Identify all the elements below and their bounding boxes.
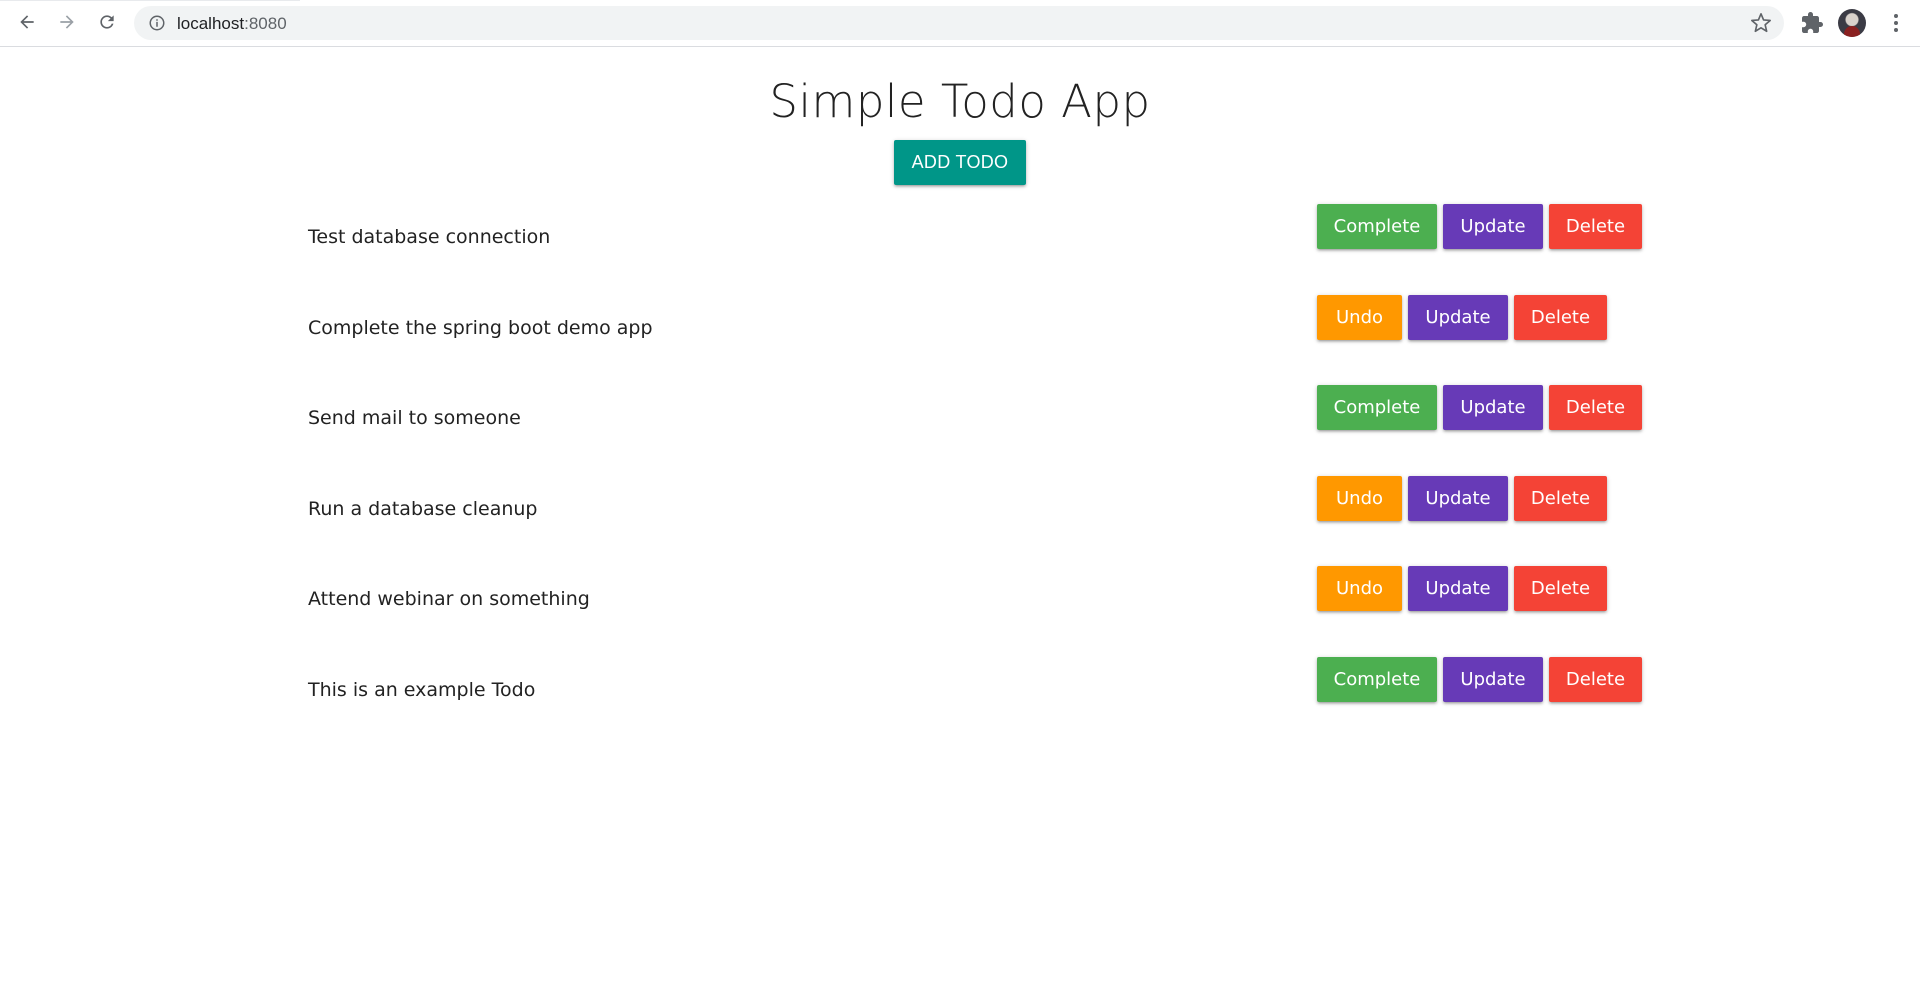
update-button[interactable]: Update [1443, 385, 1543, 430]
complete-button[interactable]: Complete [1317, 657, 1437, 702]
page-title: Simple Todo App [769, 75, 1151, 128]
avatar[interactable] [1838, 9, 1866, 37]
update-button[interactable]: Update [1408, 476, 1508, 521]
reload-icon[interactable] [92, 7, 122, 37]
info-icon[interactable] [148, 14, 166, 32]
todo-actions: Undo Update Delete [1317, 295, 1607, 340]
todo-item: Run a database cleanup Undo Update Delet… [0, 476, 1920, 536]
delete-button[interactable]: Delete [1549, 204, 1642, 249]
todo-item: Attend webinar on something Undo Update … [0, 566, 1920, 626]
address-bar[interactable]: localhost:8080 [134, 6, 1784, 40]
url-host: localhost [177, 14, 245, 33]
todo-text: Attend webinar on something [308, 588, 590, 610]
update-button[interactable]: Update [1443, 204, 1543, 249]
update-button[interactable]: Update [1408, 566, 1508, 611]
todo-text: This is an example Todo [308, 679, 536, 701]
todo-actions: Complete Update Delete [1317, 385, 1642, 430]
todo-text: Send mail to someone [308, 407, 521, 429]
delete-button[interactable]: Delete [1514, 295, 1607, 340]
todo-text: Test database connection [308, 226, 551, 248]
todo-actions: Undo Update Delete [1317, 476, 1607, 521]
url-text: localhost:8080 [177, 14, 287, 34]
delete-button[interactable]: Delete [1549, 385, 1642, 430]
tab-strip [0, 0, 300, 1]
update-button[interactable]: Update [1443, 657, 1543, 702]
complete-button[interactable]: Complete [1317, 204, 1437, 249]
undo-button[interactable]: Undo [1317, 566, 1402, 611]
todo-item: Complete the spring boot demo app Undo U… [0, 295, 1920, 355]
star-icon[interactable] [1750, 12, 1772, 34]
kebab-menu-icon[interactable] [1884, 11, 1908, 35]
forward-arrow-icon[interactable] [52, 7, 82, 37]
todo-item: Send mail to someone Complete Update Del… [0, 385, 1920, 445]
puzzle-icon[interactable] [1800, 11, 1824, 35]
undo-button[interactable]: Undo [1317, 476, 1402, 521]
update-button[interactable]: Update [1408, 295, 1508, 340]
todo-actions: Complete Update Delete [1317, 657, 1642, 702]
delete-button[interactable]: Delete [1549, 657, 1642, 702]
delete-button[interactable]: Delete [1514, 476, 1607, 521]
delete-button[interactable]: Delete [1514, 566, 1607, 611]
browser-toolbar: localhost:8080 [0, 0, 1920, 47]
url-port: :8080 [244, 14, 287, 33]
back-arrow-icon[interactable] [12, 7, 42, 37]
undo-button[interactable]: Undo [1317, 295, 1402, 340]
todo-item: This is an example Todo Complete Update … [0, 657, 1920, 717]
todo-actions: Complete Update Delete [1317, 204, 1642, 249]
add-todo-button[interactable]: ADD TODO [894, 140, 1026, 185]
todo-text: Complete the spring boot demo app [308, 317, 653, 339]
todo-item: Test database connection Complete Update… [0, 204, 1920, 264]
complete-button[interactable]: Complete [1317, 385, 1437, 430]
todo-text: Run a database cleanup [308, 498, 538, 520]
todo-actions: Undo Update Delete [1317, 566, 1607, 611]
